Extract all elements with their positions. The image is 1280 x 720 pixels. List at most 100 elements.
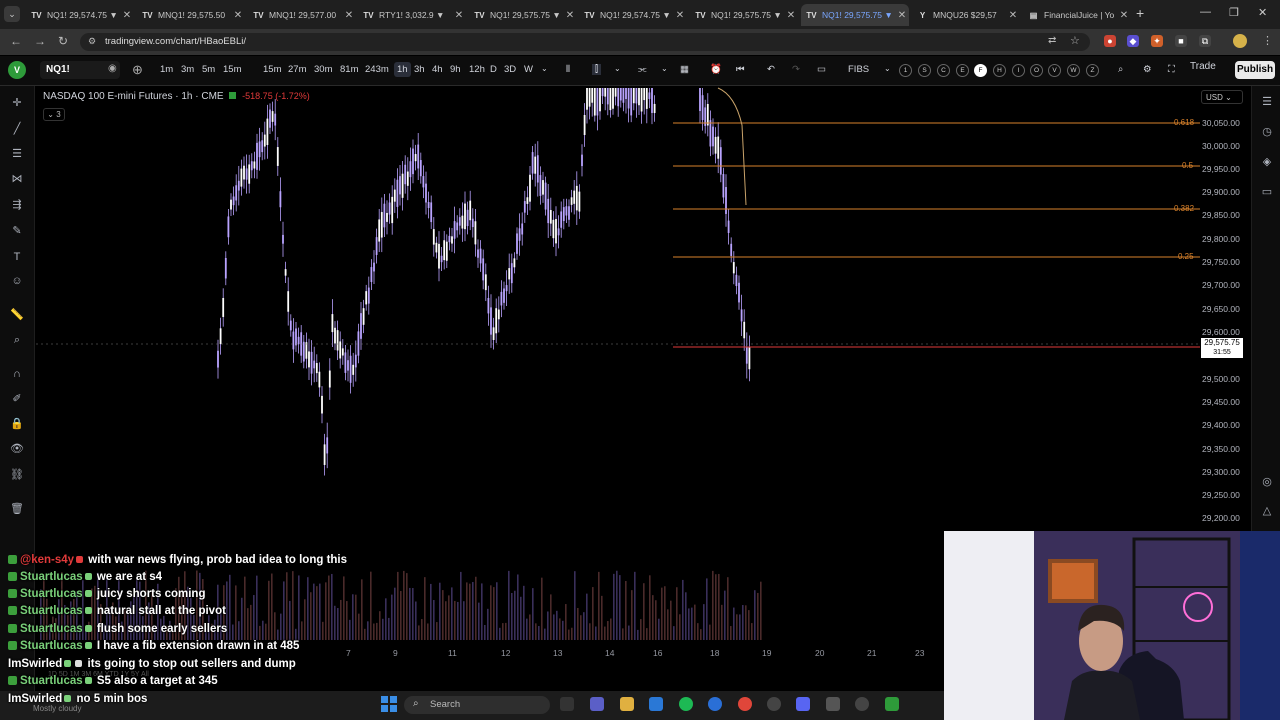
tab-search-icon[interactable]: ⌄ (4, 6, 20, 22)
compare-add-icon[interactable]: ⊕ (132, 62, 143, 78)
layout-key-f[interactable]: F (974, 64, 987, 77)
browser-tab[interactable]: ▤ FinancialJuice | Yo ✕ (1023, 4, 1131, 26)
chrome-icon[interactable] (738, 697, 752, 711)
interval-243m[interactable]: 243m (365, 64, 389, 75)
layout-key-z[interactable]: Z (1086, 64, 1099, 77)
browser-tab[interactable]: TV MNQ1! 29,577.00 ✕ (248, 4, 356, 26)
layout-name[interactable]: FIBS (848, 64, 869, 75)
layout-key-e[interactable]: E (956, 64, 969, 77)
layout-key-s[interactable]: S (918, 64, 931, 77)
extension-icon[interactable]: ◆ (1127, 35, 1139, 47)
hotlist-icon[interactable]: △ (1260, 504, 1274, 518)
brush-icon[interactable]: ✎ (10, 224, 24, 238)
browser-tab[interactable]: TV NQ1! 29,575.75 ▼ ✕ (469, 4, 577, 26)
obs-icon[interactable] (855, 697, 869, 711)
app-icon[interactable] (826, 697, 840, 711)
chart-legend[interactable]: NASDAQ 100 E-mini Futures · 1h · CME -51… (43, 91, 310, 102)
new-tab-button[interactable]: + (1136, 5, 1144, 21)
browser-icon[interactable] (708, 697, 722, 711)
file-explorer-icon[interactable] (620, 697, 634, 711)
minimize-button[interactable]: — (1200, 6, 1211, 18)
close-icon[interactable]: ✕ (342, 10, 356, 21)
close-icon[interactable]: ✕ (1117, 10, 1131, 21)
close-icon[interactable]: ✕ (452, 10, 466, 21)
app-icon[interactable] (885, 697, 899, 711)
maximize-button[interactable]: ❐ (1229, 6, 1239, 19)
layers-icon[interactable]: ◈ (1260, 155, 1274, 169)
alerts-clock-icon[interactable]: ◷ (1260, 125, 1274, 139)
forward-icon[interactable]: → (34, 34, 46, 48)
task-view-icon[interactable] (560, 697, 574, 711)
interval-3h[interactable]: 3h (414, 64, 425, 75)
interval-15m[interactable]: 15m (263, 64, 281, 75)
close-icon[interactable]: ✕ (673, 10, 687, 21)
lock-icon[interactable]: 🔒 (10, 417, 24, 431)
interval-d[interactable]: D (490, 64, 497, 75)
interval-27m[interactable]: 27m (288, 64, 306, 75)
edge-icon[interactable] (649, 697, 663, 711)
extension-icon[interactable]: ■ (1175, 35, 1187, 47)
interval-3d[interactable]: 3D (504, 64, 516, 75)
layout-key-o[interactable]: O (1030, 64, 1043, 77)
symbol-label[interactable]: NQ1! (46, 64, 70, 75)
close-icon[interactable]: ✕ (1006, 10, 1020, 21)
pattern-icon[interactable]: ⋈ (10, 172, 24, 186)
watchlist-icon[interactable]: ☰ (1260, 95, 1274, 109)
link-icon[interactable]: ⛓ (10, 468, 24, 482)
browser-tab[interactable]: TV NQ1! 29,575.75 ▼ ✕ (690, 4, 798, 26)
browser-tab-active[interactable]: TV NQ1! 29,575.75 ▼ ✕ (801, 4, 909, 26)
indicator-toggle[interactable]: ⌄ 3 (43, 108, 65, 121)
window-close-button[interactable]: ✕ (1258, 6, 1267, 19)
windows-start-icon[interactable] (381, 696, 397, 712)
menu-icon[interactable]: ⋮ (1262, 34, 1273, 47)
fullscreen-icon[interactable]: ⛶ (1168, 64, 1175, 75)
layout-key-1[interactable]: 1 (899, 64, 912, 77)
close-icon[interactable]: ✕ (231, 10, 245, 21)
layout-key-c[interactable]: C (937, 64, 950, 77)
browser-tab[interactable]: TV RTY1! 3,032.9 ▼ ✕ (358, 4, 466, 26)
extensions-puzzle-icon[interactable]: ⧉ (1199, 35, 1211, 47)
interval-1h-selected[interactable]: 1h (394, 62, 411, 77)
back-icon[interactable]: ← (10, 34, 22, 48)
cursor-icon[interactable]: ✛ (10, 96, 24, 110)
close-icon[interactable]: ✕ (895, 10, 909, 21)
publish-button[interactable]: Publish (1235, 61, 1275, 79)
emoji-icon[interactable]: ☺ (10, 274, 24, 288)
zoom-icon[interactable]: ⌕ (10, 333, 24, 347)
indicators-icon[interactable]: ⫘ (638, 64, 647, 75)
interval-9h[interactable]: 9h (450, 64, 461, 75)
stay-drawing-icon[interactable]: ✐ (10, 392, 24, 406)
interval-15m[interactable]: 15m (223, 64, 241, 75)
close-icon[interactable]: ✕ (563, 10, 577, 21)
layout-key-h[interactable]: H (993, 64, 1006, 77)
close-icon[interactable]: ✕ (120, 10, 134, 21)
taskbar-search[interactable] (404, 696, 550, 714)
interval-4h[interactable]: 4h (432, 64, 443, 75)
extension-icon[interactable]: ● (1104, 35, 1116, 47)
close-icon[interactable]: ✕ (784, 10, 798, 21)
layout-key-i[interactable]: I (1012, 64, 1025, 77)
interval-5m[interactable]: 5m (202, 64, 215, 75)
magnet-icon[interactable]: ∩ (10, 367, 24, 381)
symbol-info-icon[interactable]: ◉ (108, 63, 117, 74)
browser-tab[interactable]: TV NQ1! 29,574.75 ▼ ✕ (579, 4, 687, 26)
chat-icon[interactable]: ▭ (1260, 185, 1274, 199)
layout-key-v[interactable]: V (1048, 64, 1061, 77)
reload-icon[interactable]: ↻ (58, 34, 68, 48)
ruler-icon[interactable]: 📏 (10, 308, 24, 322)
hide-icon[interactable]: 👁 (10, 442, 24, 456)
layout-icon[interactable]: ▭ (817, 64, 826, 75)
trade-button[interactable]: Trade (1190, 61, 1216, 72)
spotify-icon[interactable] (679, 697, 693, 711)
trend-line-icon[interactable]: ╱ (10, 122, 24, 136)
projection-icon[interactable]: ⇶ (10, 198, 24, 212)
browser-tab[interactable]: TV NQ1! 29,574.75 ▼ ✕ (26, 4, 134, 26)
chevron-down-icon[interactable]: ⌄ (884, 64, 891, 73)
chevron-down-icon[interactable]: ⌄ (661, 64, 668, 73)
currency-select[interactable]: USD ⌄ (1201, 90, 1243, 104)
settings-icon[interactable]: ⚙ (1143, 64, 1152, 75)
bar-style-icon[interactable]: ⫴ (566, 64, 570, 75)
site-info-icon[interactable]: ⚙ (88, 36, 96, 47)
target-icon[interactable]: ◎ (1260, 475, 1274, 489)
app-icon[interactable] (767, 697, 781, 711)
